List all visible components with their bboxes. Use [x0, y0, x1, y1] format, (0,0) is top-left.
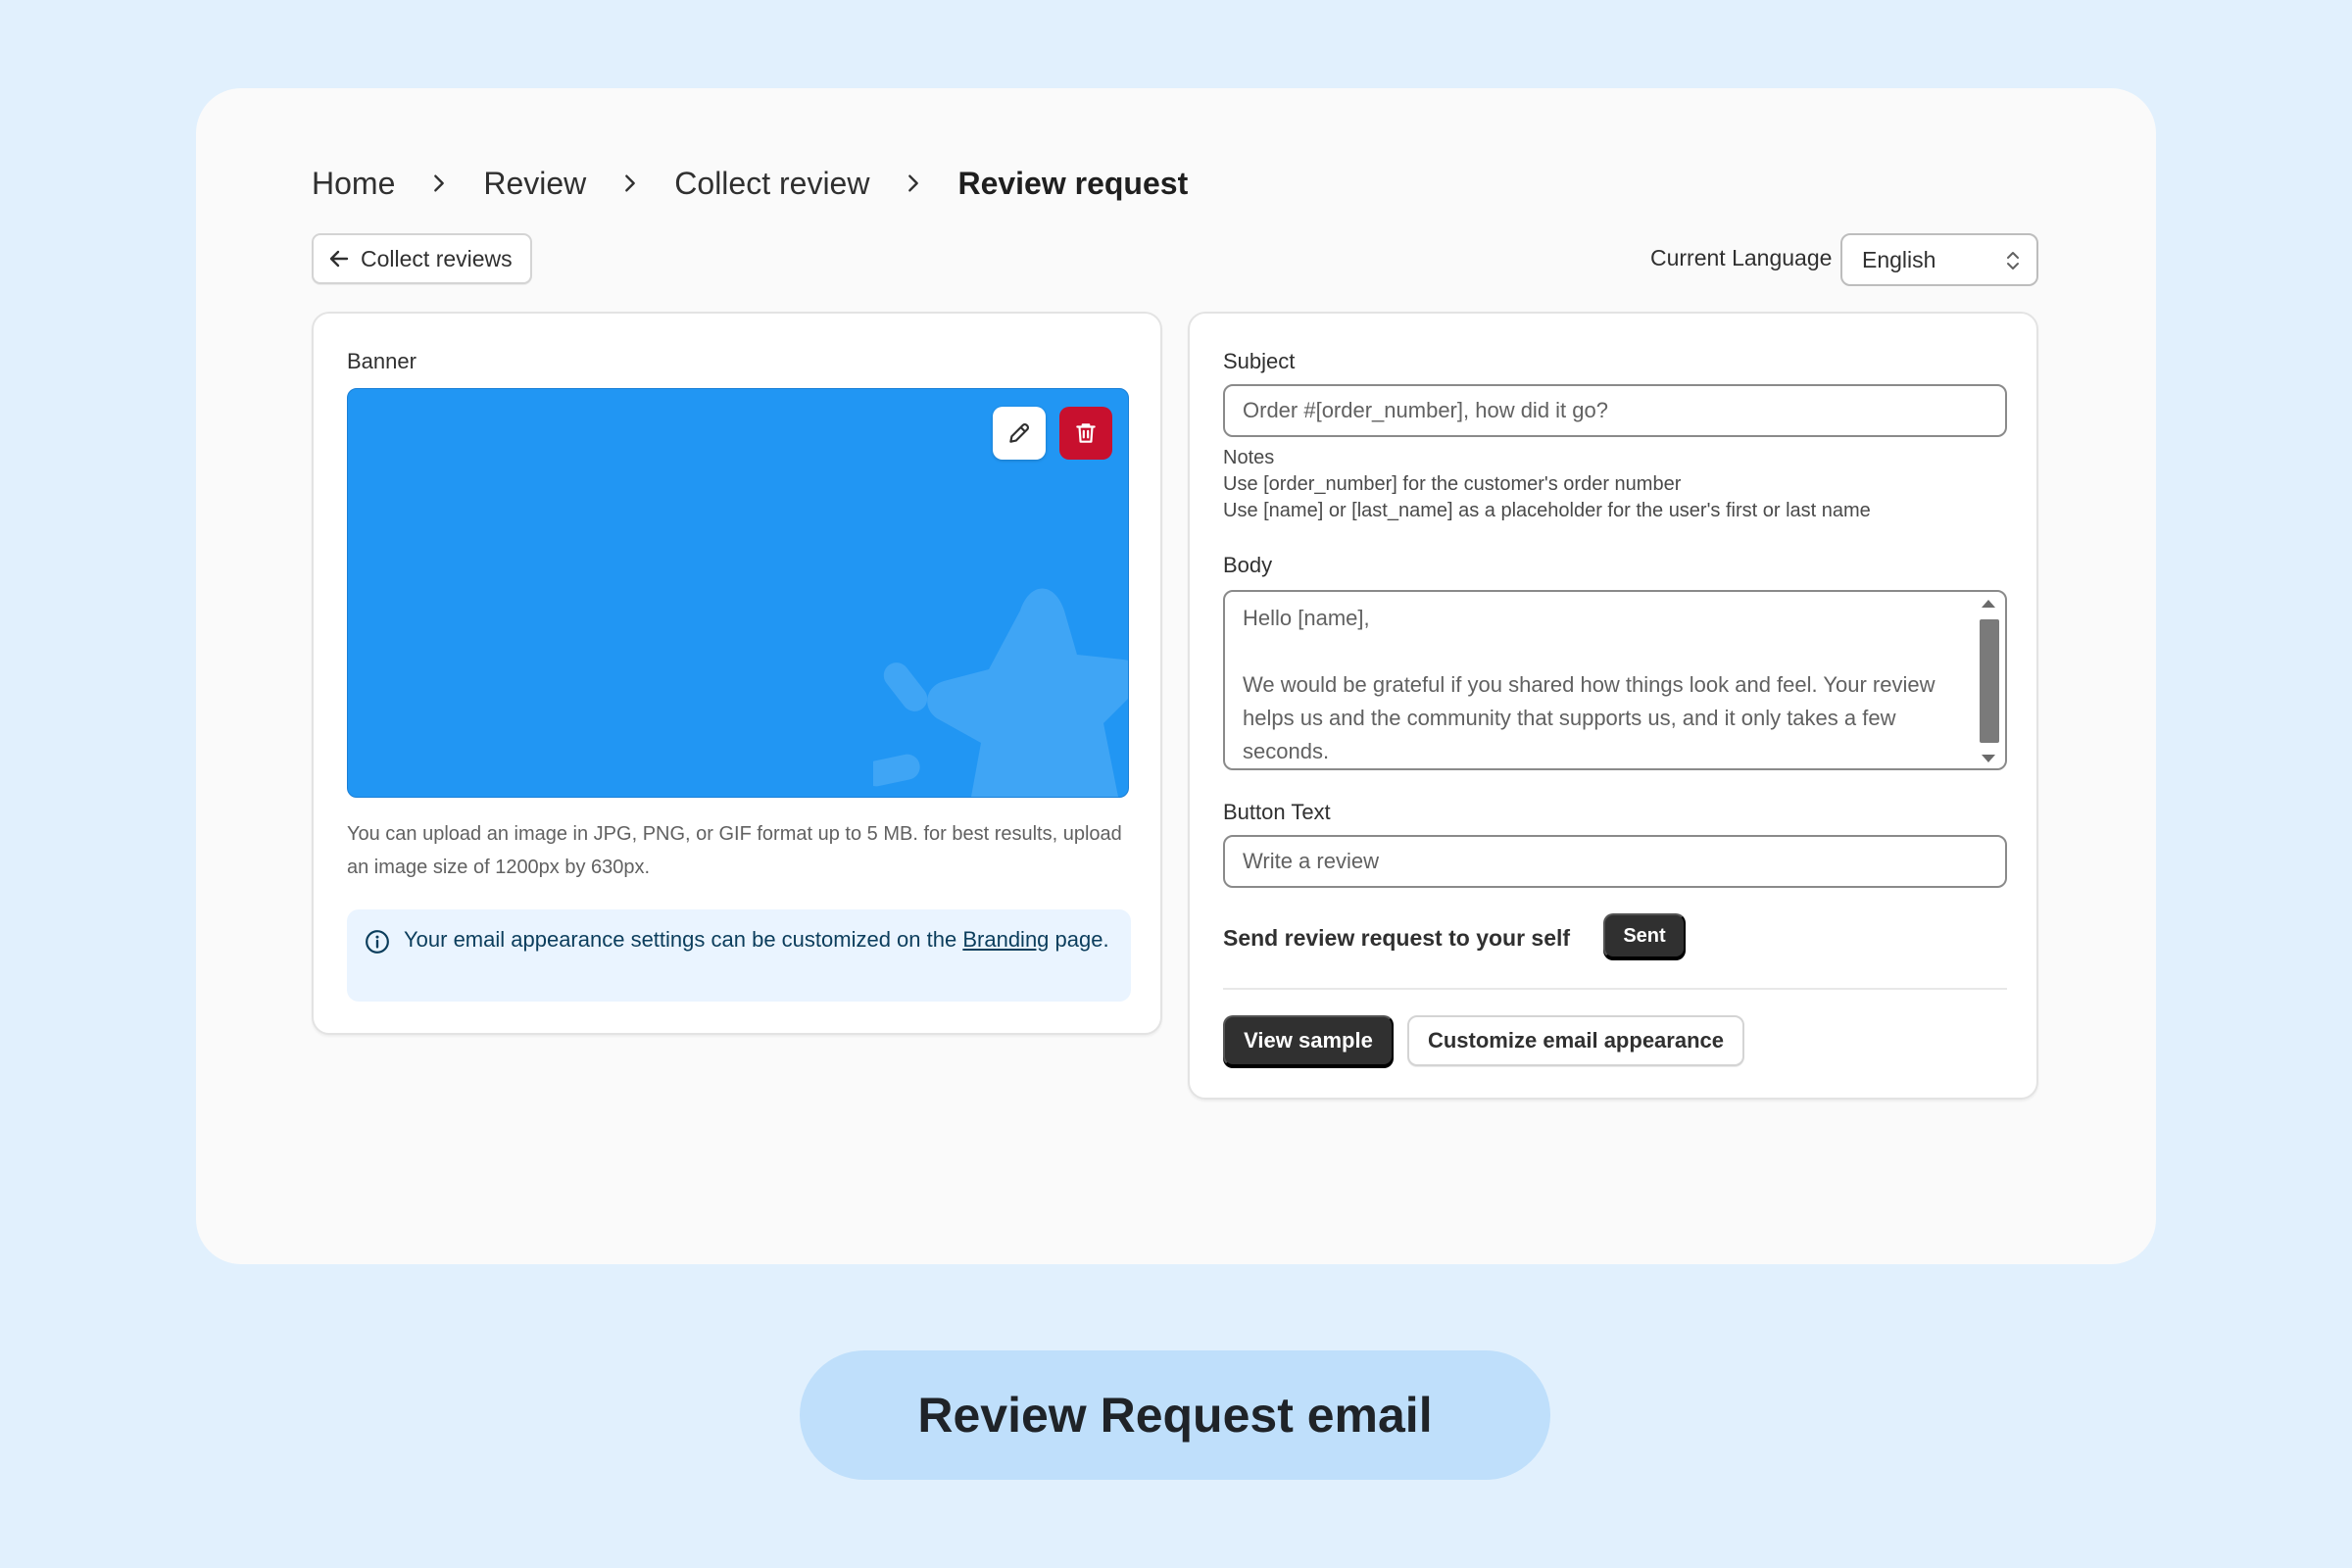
back-button-label: Collect reviews	[361, 245, 513, 271]
edit-banner-button[interactable]	[993, 407, 1046, 460]
customize-email-appearance-button[interactable]: Customize email appearance	[1407, 1015, 1744, 1066]
email-form-panel: Subject Order #[order_number], how did i…	[1188, 312, 2038, 1100]
language-select[interactable]: English	[1840, 233, 2038, 286]
star-decoration-icon	[873, 588, 1128, 797]
back-to-collect-reviews-button[interactable]: Collect reviews	[312, 233, 532, 284]
subject-value: Order #[order_number], how did it go?	[1243, 398, 1608, 422]
trash-icon	[1076, 423, 1096, 443]
body-label: Body	[1223, 553, 1273, 577]
send-self-label: Send review request to your self	[1223, 925, 1571, 951]
chevron-right-icon	[607, 172, 654, 194]
branding-link[interactable]: Branding	[962, 927, 1049, 952]
notes-title: Notes	[1223, 447, 1275, 468]
button-text-label: Button Text	[1223, 800, 1331, 824]
breadcrumb-current: Review request	[957, 165, 1189, 201]
note-item: Use [order_number] for the customer's or…	[1223, 473, 1682, 495]
sent-button[interactable]: Sent	[1603, 913, 1686, 958]
caption-title: Review Request email	[800, 1350, 1550, 1480]
chevron-right-icon	[890, 172, 937, 194]
subject-label: Subject	[1223, 349, 1296, 373]
note-item: Use [name] or [last_name] as a placehold…	[1223, 500, 1871, 521]
breadcrumb-collect-review[interactable]: Collect review	[674, 166, 869, 202]
upload-help-text: You can upload an image in JPG, PNG, or …	[347, 823, 1122, 878]
breadcrumb: Home Review Collect review Review reques…	[312, 159, 1188, 208]
select-chevron-icon	[2007, 252, 2019, 270]
scroll-thumb[interactable]	[1980, 619, 1999, 743]
info-text-prefix: Your email appearance settings can be cu…	[404, 927, 957, 952]
breadcrumb-review[interactable]: Review	[483, 166, 586, 202]
language-value: English	[1862, 246, 1936, 272]
banner-panel: Banner You can upload an image in JPG, P…	[312, 312, 1162, 1035]
arrow-left-icon	[329, 250, 349, 268]
main-card: Home Review Collect review Review reques…	[196, 88, 2156, 1264]
delete-banner-button[interactable]	[1059, 407, 1112, 460]
notes: Notes Use [order_number] for the custome…	[1223, 445, 1871, 524]
breadcrumb-home[interactable]: Home	[312, 166, 395, 202]
info-text-suffix: page.	[1054, 927, 1109, 952]
body-textarea[interactable]: Hello [name], We would be grateful if yo…	[1223, 590, 2007, 770]
chevron-right-icon	[416, 172, 463, 194]
subject-input[interactable]: Order #[order_number], how did it go?	[1223, 384, 2007, 437]
pencil-icon	[1009, 422, 1030, 443]
branding-info-banner: Your email appearance settings can be cu…	[347, 909, 1131, 1002]
view-sample-button[interactable]: View sample	[1223, 1015, 1394, 1066]
language-label: Current Language	[1650, 245, 1833, 270]
body-text: We would be grateful if you shared how t…	[1243, 672, 1936, 763]
body-scrollbar[interactable]	[1978, 600, 1999, 762]
scroll-down-arrow-icon[interactable]	[1982, 755, 1995, 762]
banner-image	[347, 388, 1129, 798]
scroll-up-arrow-icon[interactable]	[1982, 600, 1995, 608]
divider	[1223, 988, 2007, 990]
button-text-value: Write a review	[1243, 849, 1379, 873]
info-icon	[366, 930, 389, 954]
banner-label: Banner	[347, 349, 416, 373]
body-greeting: Hello [name],	[1243, 606, 1370, 630]
button-text-input[interactable]: Write a review	[1223, 835, 2007, 888]
